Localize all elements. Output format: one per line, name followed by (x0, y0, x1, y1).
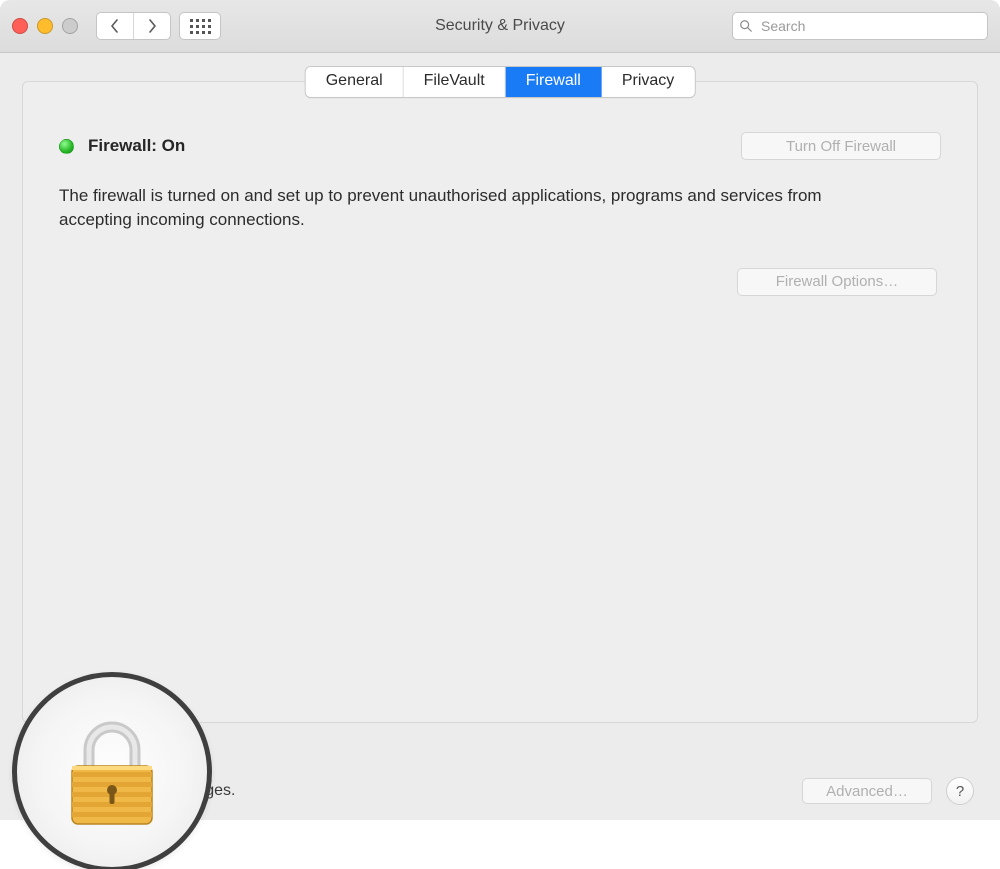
show-all-prefs-button[interactable] (179, 12, 221, 40)
search-wrap (732, 12, 988, 40)
chevron-left-icon (109, 19, 121, 33)
minimize-window-button[interactable] (37, 18, 53, 34)
firewall-status-label: Firewall: On (88, 136, 185, 156)
search-icon (739, 19, 753, 33)
tab-firewall[interactable]: Firewall (506, 67, 602, 97)
turn-off-firewall-button[interactable]: Turn Off Firewall (741, 132, 941, 160)
tab-privacy[interactable]: Privacy (602, 67, 694, 97)
back-button[interactable] (97, 13, 134, 39)
advanced-button[interactable]: Advanced… (802, 778, 932, 804)
zoom-window-button[interactable] (62, 18, 78, 34)
tab-bar: General FileVault Firewall Privacy (305, 66, 696, 98)
lock-large-icon (57, 712, 167, 832)
tab-general[interactable]: General (306, 67, 404, 97)
lock-callout-highlight (12, 672, 212, 869)
firewall-description: The firewall is turned on and set up to … (59, 184, 839, 232)
chevron-right-icon (146, 19, 158, 33)
help-button[interactable]: ? (946, 777, 974, 805)
window-controls (12, 18, 78, 34)
titlebar: Security & Privacy (0, 0, 1000, 53)
tab-filevault[interactable]: FileVault (404, 67, 506, 97)
status-indicator-icon (59, 139, 74, 154)
settings-panel: General FileVault Firewall Privacy Firew… (22, 81, 978, 723)
panel-body: Firewall: On Turn Off Firewall The firew… (23, 82, 977, 316)
firewall-options-button[interactable]: Firewall Options… (737, 268, 937, 296)
firewall-status-row: Firewall: On Turn Off Firewall (59, 132, 941, 160)
forward-button[interactable] (134, 13, 170, 39)
search-input[interactable] (732, 12, 988, 40)
close-window-button[interactable] (12, 18, 28, 34)
nav-back-forward (96, 12, 171, 40)
grid-icon (190, 19, 211, 34)
preferences-window: Security & Privacy General FileVault Fir… (0, 0, 1000, 820)
